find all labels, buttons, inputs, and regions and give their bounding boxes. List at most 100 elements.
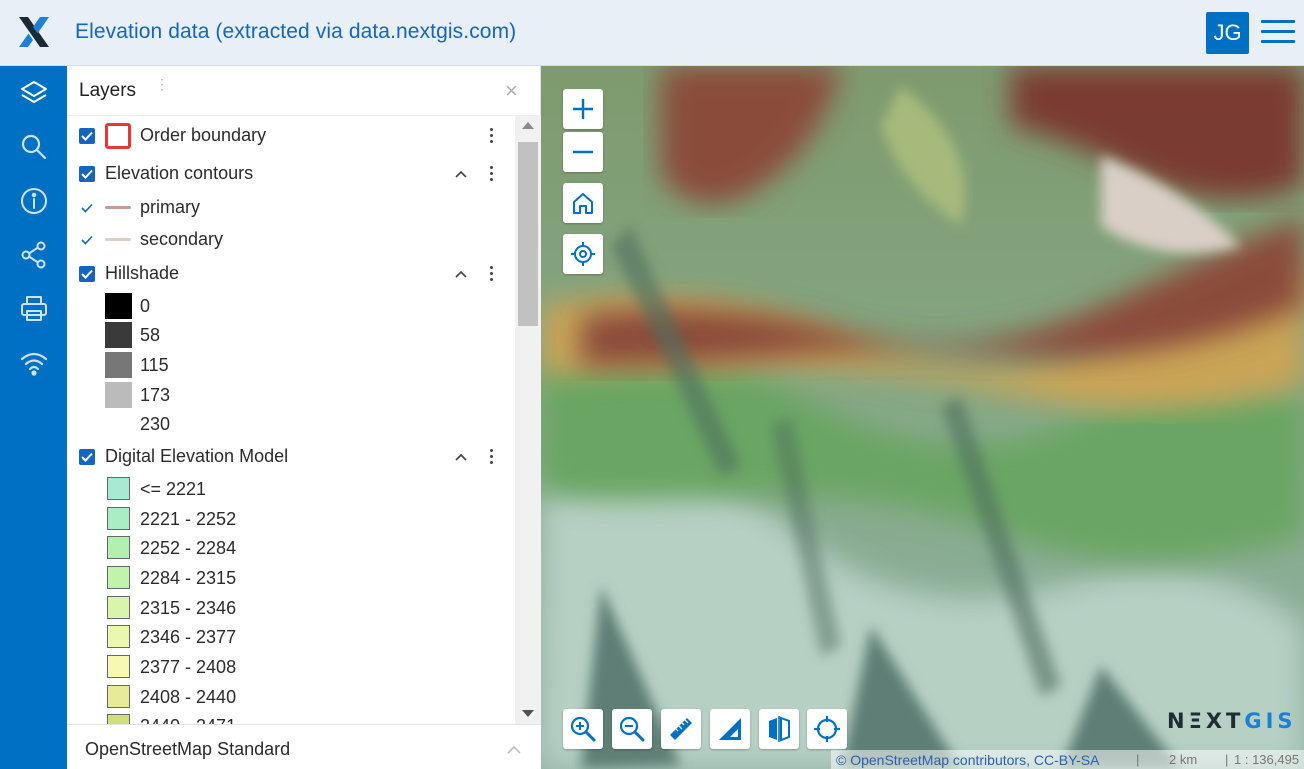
identify-button[interactable]: [807, 709, 847, 749]
nextgis-logo[interactable]: [16, 14, 52, 50]
scroll-down-icon[interactable]: [522, 710, 534, 717]
close-icon[interactable]: ×: [505, 78, 518, 104]
layer-menu-icon[interactable]: [490, 266, 494, 282]
legend-item: 2284 - 2315: [67, 563, 515, 593]
layer-row-elevation-contours[interactable]: Elevation contours: [67, 159, 515, 189]
legend-swatch: [107, 536, 130, 559]
layers-icon[interactable]: [0, 66, 67, 120]
terrain-raster[interactable]: [541, 66, 1304, 769]
locate-button[interactable]: [563, 234, 603, 274]
layers-panel: Layers ⋮ × Order boundary Elevation cont…: [67, 66, 541, 769]
check-icon[interactable]: [81, 235, 93, 245]
legend-item: 2315 - 2346: [67, 593, 515, 623]
layer-menu-icon[interactable]: [490, 166, 494, 182]
wifi-icon[interactable]: [0, 336, 67, 390]
legend-item: 58: [67, 320, 515, 350]
app: Elevation data (extracted via data.nextg…: [0, 0, 1304, 769]
chevron-up-icon[interactable]: [455, 170, 467, 178]
layer-checkbox[interactable]: [79, 449, 95, 465]
home-button[interactable]: [563, 183, 603, 223]
line-symbol: [105, 238, 131, 241]
legend-label: 2377 - 2408: [140, 657, 237, 677]
legend-label: 2440 - 2471: [140, 716, 236, 724]
panel-options-icon[interactable]: ⋮: [155, 77, 169, 101]
legend-label: secondary: [140, 229, 224, 249]
legend-swatch: [105, 352, 132, 378]
layer-row-dem[interactable]: Digital Elevation Model: [67, 442, 515, 472]
basemap-selector[interactable]: OpenStreetMap Standard: [67, 724, 541, 769]
legend-label: 230: [140, 414, 171, 434]
measure-distance-button[interactable]: [661, 709, 701, 749]
layers-panel-header: Layers ⋮ ×: [67, 66, 541, 116]
layer-row-order-boundary[interactable]: Order boundary: [67, 121, 515, 151]
legend-swatch: [107, 714, 130, 724]
layer-tree: Order boundary Elevation contours primar…: [67, 116, 515, 724]
legend-label: 2315 - 2346: [140, 598, 237, 618]
chevron-up-icon[interactable]: [507, 745, 521, 754]
sidebar-rail: [0, 66, 67, 769]
zoom-in-button[interactable]: [563, 89, 603, 129]
layer-checkbox[interactable]: [79, 266, 95, 282]
basemap-label: OpenStreetMap Standard: [85, 739, 291, 759]
page-title: Elevation data (extracted via data.nextg…: [75, 20, 517, 43]
layer-checkbox[interactable]: [79, 166, 95, 182]
layer-label: Digital Elevation Model: [105, 446, 289, 466]
attribution-link[interactable]: © OpenStreetMap contributors, CC-BY-SA: [836, 752, 1099, 768]
layer-label: Order boundary: [140, 125, 267, 145]
legend-item: 2221 - 2252: [67, 504, 515, 534]
legend-item: 2440 - 2471: [67, 711, 515, 724]
zoom-out-button[interactable]: [563, 132, 603, 172]
legend-label: 2408 - 2440: [140, 687, 237, 707]
zoom-in-icon: [570, 716, 596, 742]
zoom-out-tool-button[interactable]: [612, 709, 652, 749]
legend-label: 0: [140, 296, 151, 316]
legend-swatch: [107, 685, 130, 708]
swipe-button[interactable]: [759, 709, 799, 749]
chevron-up-icon[interactable]: [455, 453, 467, 461]
legend-swatch: [107, 596, 130, 619]
share-icon[interactable]: [0, 228, 67, 282]
legend-item[interactable]: secondary: [67, 224, 515, 254]
check-icon[interactable]: [81, 203, 93, 213]
legend-item: 230: [67, 409, 515, 439]
minus-icon: [573, 150, 593, 154]
measure-area-button[interactable]: [710, 709, 750, 749]
legend-swatch: [105, 382, 132, 408]
legend-label: 58: [140, 325, 161, 345]
legend-label: 173: [140, 385, 171, 405]
info-icon[interactable]: [0, 174, 67, 228]
print-icon[interactable]: [0, 282, 67, 336]
legend-swatch: [107, 566, 130, 589]
legend-swatch: [105, 411, 132, 437]
area-icon: [719, 718, 741, 740]
search-icon[interactable]: [0, 120, 67, 174]
app-header: Elevation data (extracted via data.nextg…: [0, 0, 1304, 66]
scroll-thumb[interactable]: [518, 142, 538, 326]
legend-swatch: [107, 625, 130, 648]
layer-menu-icon[interactable]: [490, 449, 494, 465]
scale-ratio: 1 : 136,495: [1234, 752, 1300, 767]
legend-label: 2252 - 2284: [140, 538, 237, 558]
user-avatar[interactable]: JG: [1206, 12, 1249, 54]
layer-menu-icon[interactable]: [490, 128, 494, 144]
legend-swatch: [107, 507, 130, 530]
layer-row-hillshade[interactable]: Hillshade: [67, 259, 515, 289]
nextgis-brand-logo: NΞXTGIS: [1167, 709, 1297, 733]
scale-bar-label: 2 km: [1169, 752, 1198, 767]
legend-item: 2346 - 2377: [67, 622, 515, 652]
menu-icon[interactable]: [1261, 18, 1297, 46]
legend-item: 173: [67, 380, 515, 410]
layer-checkbox[interactable]: [79, 128, 95, 144]
scroll-up-icon[interactable]: [522, 122, 534, 129]
layer-tree-scrollbar[interactable]: [515, 116, 541, 724]
legend-item[interactable]: primary: [67, 192, 515, 222]
legend-label: 115: [140, 355, 169, 375]
chevron-up-icon[interactable]: [455, 270, 467, 278]
legend-label: <= 2221: [140, 479, 207, 499]
map-view[interactable]: NΞXTGIS © OpenStreetMap contributors, CC…: [541, 66, 1304, 769]
legend-item: 2252 - 2284: [67, 533, 515, 563]
boundary-symbol: [105, 123, 131, 149]
map-attribution: © OpenStreetMap contributors, CC-BY-SA |…: [831, 750, 1304, 769]
plus-icon: [573, 99, 593, 119]
zoom-in-tool-button[interactable]: [563, 709, 603, 749]
